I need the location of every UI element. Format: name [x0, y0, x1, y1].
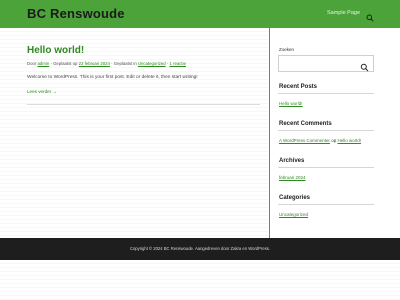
- post-author-link[interactable]: admin: [38, 61, 50, 66]
- footer-copyright: Copyright © 2024 BC Renswoude. Aangedrev…: [129, 246, 271, 251]
- site-header: BC Renswoude Sample Page: [0, 0, 400, 28]
- post-comments-link[interactable]: 1 reactie: [169, 61, 185, 66]
- meta-posted-in-label: · Geplaatst in: [111, 61, 137, 66]
- post-divider: [27, 104, 260, 105]
- categories-title: Categories: [279, 195, 311, 201]
- search-label: Zoeken: [279, 47, 295, 52]
- widget-divider: [278, 204, 374, 205]
- post-date-link[interactable]: 23 februari 2024: [79, 61, 110, 66]
- search-icon[interactable]: [366, 9, 374, 22]
- recent-posts-title: Recent Posts: [279, 84, 318, 90]
- widget-divider: [278, 130, 374, 131]
- meta-posted-on-label: · Geplaatst op: [50, 61, 78, 66]
- category-link[interactable]: Uncategorized: [279, 212, 308, 217]
- nav-item-sample-page[interactable]: Sample Page: [327, 10, 360, 16]
- widget-divider: [278, 93, 374, 94]
- recent-post-link[interactable]: Hello world!: [279, 101, 303, 106]
- comment-connector: op: [331, 138, 337, 143]
- archives-title: Archives: [279, 158, 305, 164]
- meta-by-label: Door: [27, 61, 37, 66]
- comment-post-link[interactable]: Hello world!: [337, 138, 361, 143]
- site-title[interactable]: BC Renswoude: [27, 6, 125, 21]
- site-footer: Copyright © 2024 BC Renswoude. Aangedrev…: [0, 238, 400, 260]
- post-excerpt: Welcome to WordPress. This is your first…: [27, 75, 198, 80]
- post-meta: Door admin · Geplaatst op 23 februari 20…: [27, 61, 186, 66]
- comment-author-link[interactable]: A WordPress Commenter: [279, 138, 330, 143]
- read-more-link[interactable]: Lees verder →: [27, 89, 57, 94]
- recent-comment-item: A WordPress Commenter op Hello world!: [279, 138, 361, 143]
- recent-comments-title: Recent Comments: [279, 121, 332, 127]
- search-icon[interactable]: [360, 59, 369, 72]
- main-content: [0, 28, 269, 238]
- post-title[interactable]: Hello world!: [27, 45, 84, 56]
- archive-link[interactable]: februari 2024: [279, 175, 306, 180]
- post-category-link[interactable]: Uncategorized: [138, 61, 166, 66]
- widget-divider: [278, 167, 374, 168]
